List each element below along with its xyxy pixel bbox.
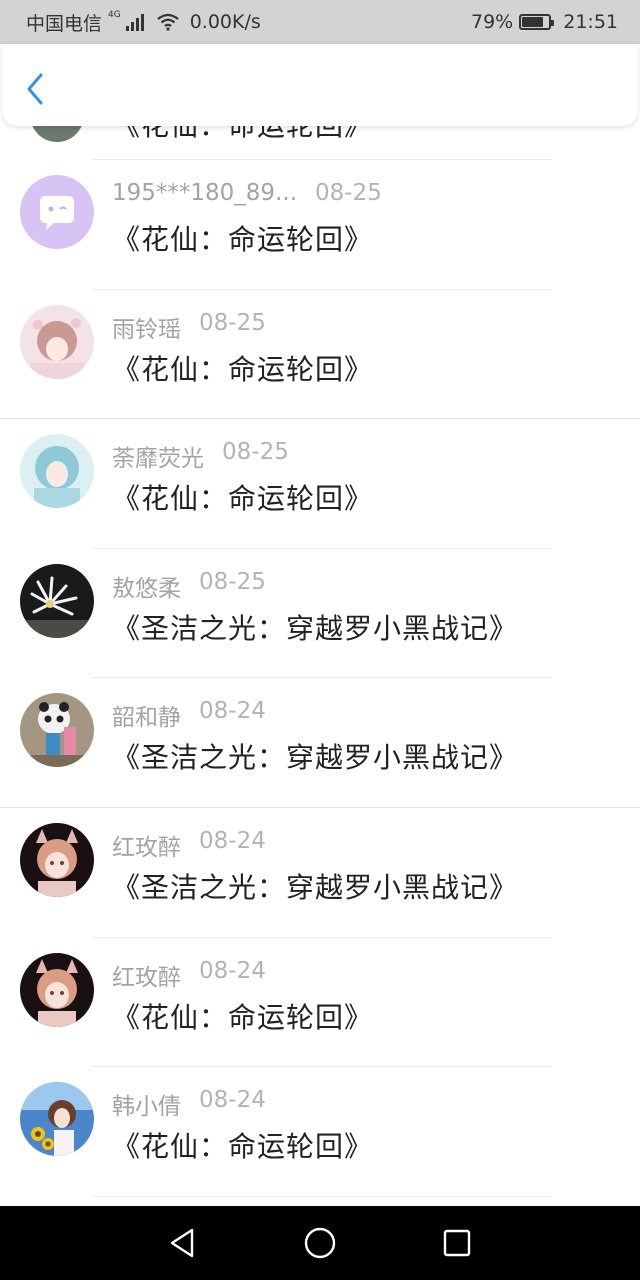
list-items: 195***180_89... 08-25 《花仙：命运轮回》 雨铃瑶 08-25 《花仙… [0, 160, 640, 1197]
item-title: 《花仙：命运轮回》 [112, 223, 374, 256]
clock: 21:51 [563, 11, 618, 33]
back-button[interactable] [20, 72, 50, 106]
network-type: 4G [108, 10, 121, 20]
avatar[interactable] [20, 952, 94, 1027]
circle-home-icon [304, 1227, 336, 1259]
item-date: 08-25 [199, 309, 266, 336]
item-date: 08-24 [199, 698, 266, 725]
user-name: 荼靡荧光 [112, 446, 204, 473]
item-date: 08-25 [222, 439, 289, 466]
item-meta: 红玫醉 08-24 [112, 958, 266, 992]
message-list[interactable]: 《花仙：命运轮回》 195***180_89...08-25《花仙：命运轮回》雨… [0, 44, 640, 1206]
list-item[interactable]: 敖悠柔 08-25 《圣洁之光：穿越罗小黑战记》 [0, 549, 640, 679]
signal-icon [125, 13, 144, 31]
list-item[interactable]: 韶和静 08-24 《圣洁之光：穿越罗小黑战记》 [0, 678, 640, 808]
battery-icon [519, 14, 555, 30]
item-date: 08-25 [315, 180, 382, 206]
user-name: 红玫醉 [112, 964, 181, 991]
list-item[interactable]: 红玫醉 08-24 《花仙：命运轮回》 [0, 938, 640, 1068]
item-title: 《圣洁之光：穿越罗小黑战记》 [112, 741, 519, 775]
square-recents-icon [443, 1229, 470, 1257]
item-title: 《圣洁之光：穿越罗小黑战记》 [112, 870, 519, 904]
user-name: 红玫醉 [112, 834, 181, 861]
nav-back-button[interactable] [163, 1223, 203, 1263]
item-meta: 荼靡荧光 08-25 [112, 439, 289, 473]
triangle-back-icon [171, 1228, 194, 1258]
avatar[interactable] [20, 822, 94, 897]
network-speed: 0.00K/s [189, 11, 261, 33]
item-title: 《花仙：命运轮回》 [112, 482, 374, 516]
avatar[interactable] [20, 693, 94, 768]
item-meta: 韩小倩 08-24 [112, 1087, 266, 1121]
list-item[interactable]: 韩小倩 08-24 《花仙：命运轮回》 [0, 1067, 640, 1197]
avatar[interactable] [20, 563, 94, 638]
system-nav-bar [0, 1206, 640, 1280]
battery-percent: 79% [471, 11, 514, 33]
user-name: 韩小倩 [112, 1094, 181, 1121]
user-name: 雨铃瑶 [112, 316, 181, 343]
item-meta: 韶和静 08-24 [112, 698, 266, 732]
item-meta: 195***180_89... 08-25 [112, 180, 382, 206]
carrier-name: 中国电信 [26, 12, 103, 35]
list-item[interactable]: 红玫醉 08-24 《圣洁之光：穿越罗小黑战记》 [0, 808, 640, 938]
item-date: 08-24 [199, 827, 266, 854]
list-item[interactable]: 荼靡荧光 08-25 《花仙：命运轮回》 [0, 419, 640, 549]
item-title: 《圣洁之光：穿越罗小黑战记》 [112, 611, 519, 645]
item-title: 《花仙：命运轮回》 [112, 1130, 374, 1164]
item-date: 08-25 [199, 568, 266, 595]
list-item[interactable]: 雨铃瑶 08-25 《花仙：命运轮回》 [0, 290, 640, 420]
avatar[interactable] [20, 1082, 94, 1157]
nav-home-button[interactable] [300, 1223, 340, 1263]
item-title: 《花仙：命运轮回》 [112, 352, 374, 386]
status-left: 中国电信 4G 0.00K/s [26, 9, 261, 36]
wifi-icon [156, 13, 180, 31]
status-bar: 中国电信 4G 0.00K/s 79% 21:51 [0, 0, 640, 44]
top-header [2, 44, 638, 126]
user-name: 韶和静 [112, 705, 181, 732]
status-right: 79% 21:51 [471, 11, 618, 33]
list-item[interactable]: 195***180_89... 08-25 《花仙：命运轮回》 [0, 160, 640, 290]
user-name: 195***180_89... [112, 180, 297, 206]
chevron-left-icon [27, 73, 43, 105]
item-date: 08-24 [199, 957, 266, 984]
user-name: 敖悠柔 [112, 575, 181, 602]
avatar[interactable] [20, 175, 94, 249]
item-meta: 雨铃瑶 08-25 [112, 310, 266, 344]
item-title: 《花仙：命运轮回》 [112, 1000, 374, 1034]
item-meta: 红玫醉 08-24 [112, 828, 266, 862]
item-divider [92, 1195, 552, 1197]
avatar[interactable] [20, 304, 94, 379]
avatar[interactable] [20, 434, 94, 509]
nav-recents-button[interactable] [437, 1223, 477, 1263]
item-date: 08-24 [199, 1087, 266, 1114]
item-meta: 敖悠柔 08-25 [112, 569, 266, 603]
